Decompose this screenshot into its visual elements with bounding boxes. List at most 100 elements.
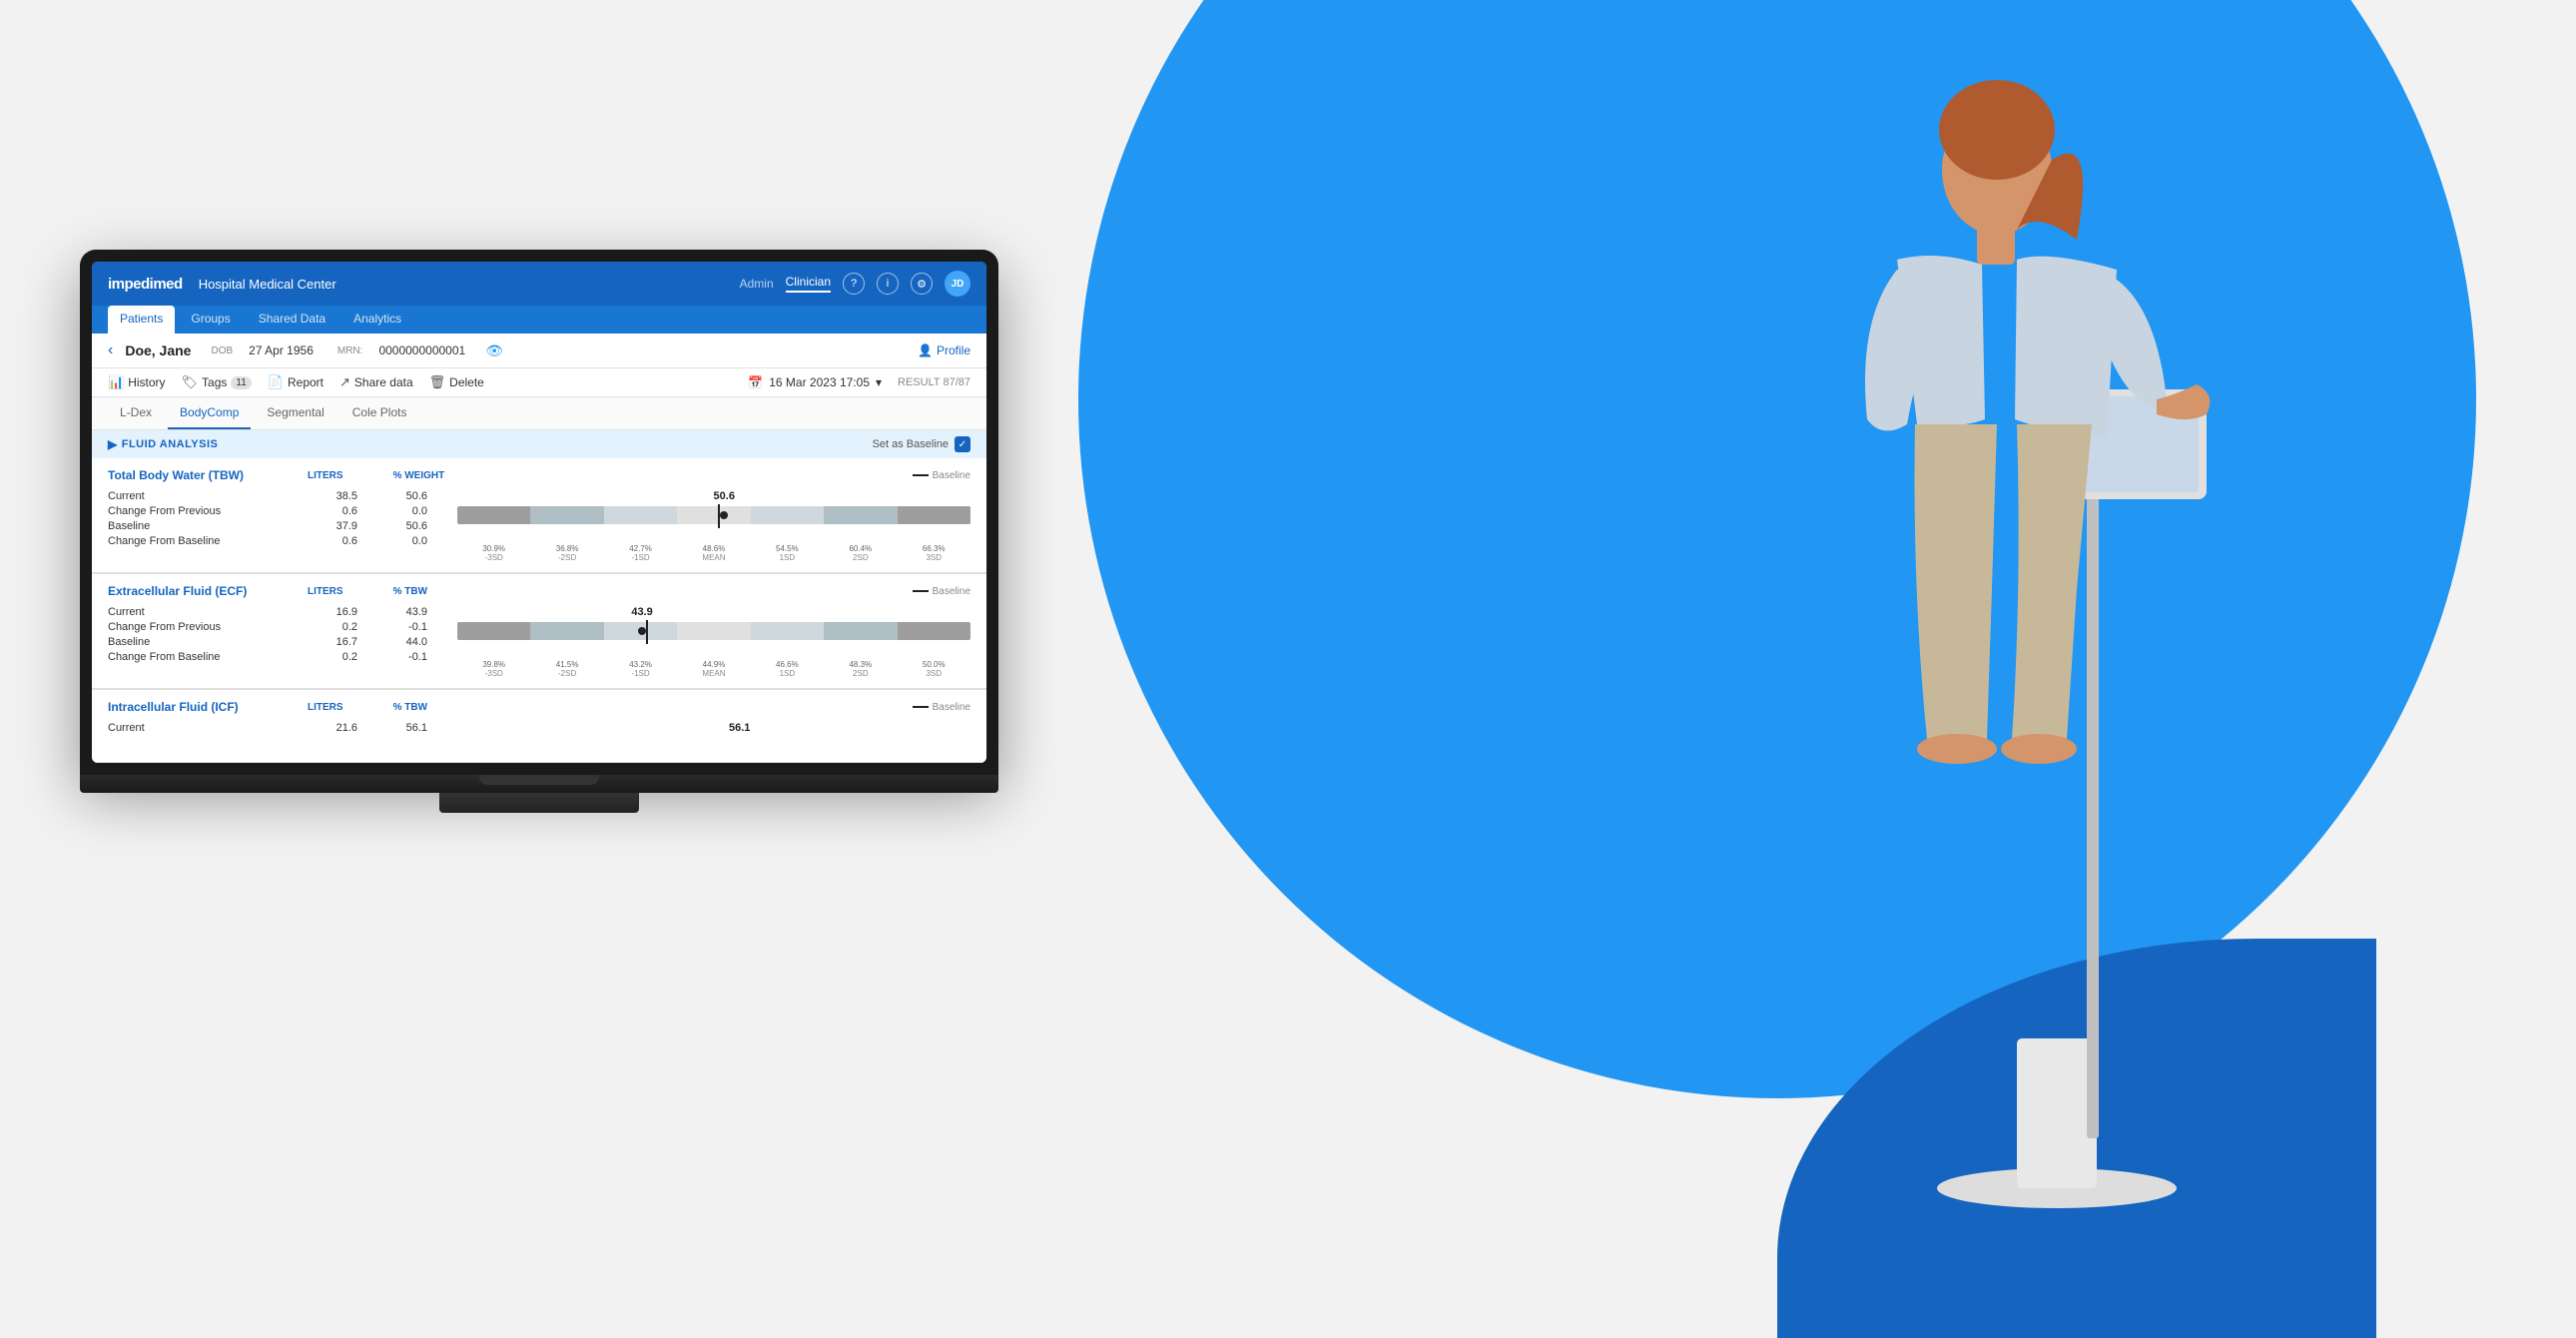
user-avatar[interactable]: JD [945, 271, 970, 297]
delete-icon: 🗑 [429, 374, 446, 390]
fluid-analysis-title: ▶ FLUID ANALYSIS [108, 437, 218, 451]
history-button[interactable]: 📊 History [108, 374, 166, 390]
ecf-seg-4 [677, 622, 750, 640]
baseline-checkbox[interactable]: ✓ [955, 436, 970, 452]
ecf-baseline-val1: 16.7 [308, 636, 357, 648]
fluid-analysis-label: FLUID ANALYSIS [122, 438, 219, 450]
tbw-current-row: Current 38.5 50.6 [108, 490, 427, 502]
date-selector[interactable]: 📅 16 Mar 2023 17:05 ▾ [748, 375, 882, 389]
tab-bodycomp[interactable]: BodyComp [168, 397, 251, 429]
header-right: Admin Clinician ? i ⚙ JD [740, 271, 970, 297]
ecf-current-val2: 43.9 [377, 606, 427, 618]
tbw-change-baseline-val1: 0.6 [308, 535, 357, 547]
nav-tab-groups[interactable]: Groups [179, 306, 242, 334]
calendar-icon: 📅 [748, 375, 763, 389]
tab-cole-plots[interactable]: Cole Plots [340, 397, 419, 429]
mrn-value: 0000000000001 [378, 343, 465, 357]
ecf-current-label: Current [108, 606, 308, 618]
tab-l-dex[interactable]: L-Dex [108, 397, 164, 429]
tbw-label-4: 48.6%MEAN [677, 544, 750, 562]
ecf-prev-val2: -0.1 [377, 621, 427, 633]
laptop-screen: impedimed Hospital Medical Center Admin … [92, 262, 986, 763]
ecf-section: Extracellular Fluid (ECF) LITERS % TBW B… [92, 573, 986, 689]
ecf-seg-6 [824, 622, 897, 640]
eye-icon[interactable]: 👁 [485, 342, 503, 359]
role-admin[interactable]: Admin [740, 277, 774, 291]
share-icon: ↗ [339, 374, 350, 390]
laptop-bezel: impedimed Hospital Medical Center Admin … [80, 250, 998, 775]
tbw-units: LITERS % WEIGHT [308, 470, 444, 481]
tags-count: 11 [231, 376, 251, 389]
tbw-label-5: 54.5%1SD [751, 544, 824, 562]
hospital-name: Hospital Medical Center [199, 277, 740, 292]
role-clinician[interactable]: Clinician [786, 275, 831, 293]
ecf-current-row: Current 16.9 43.9 [108, 606, 427, 618]
history-label: History [128, 375, 165, 389]
icf-units: LITERS % TBW [308, 702, 427, 713]
tbw-current-label: Current [108, 490, 308, 502]
ecf-title: Extracellular Fluid (ECF) [108, 584, 308, 598]
tbw-label-3: 42.7%-1SD [604, 544, 677, 562]
content-tabs: L-Dex BodyComp Segmental Cole Plots [92, 397, 986, 430]
fluid-analysis-header: ▶ FLUID ANALYSIS Set as Baseline ✓ [92, 430, 986, 458]
icf-current-row: Current 21.6 56.1 [108, 722, 427, 734]
tbw-change-baseline-row: Change From Baseline 0.6 0.0 [108, 535, 427, 547]
ecf-seg-5 [751, 622, 824, 640]
tbw-chart-value: 50.6 [714, 490, 735, 502]
history-icon: 📊 [108, 374, 124, 390]
laptop: impedimed Hospital Medical Center Admin … [80, 250, 998, 813]
icf-header: Intracellular Fluid (ICF) LITERS % TBW B… [108, 700, 970, 714]
nav-tab-shared-data[interactable]: Shared Data [247, 306, 337, 334]
profile-person-icon: 👤 [918, 343, 933, 357]
profile-button[interactable]: 👤 Profile [918, 343, 970, 357]
tbw-seg-6 [824, 506, 897, 524]
icf-unit2: % TBW [393, 702, 427, 713]
ecf-label-3: 43.2%-1SD [604, 660, 677, 678]
tbw-baseline-label: Baseline [108, 520, 308, 532]
tbw-label-2: 36.8%-2SD [530, 544, 603, 562]
ecf-baseline-line [646, 620, 648, 644]
ecf-unit2: % TBW [393, 586, 427, 597]
tbw-seg-2 [530, 506, 603, 524]
tag-icon: 🏷 [182, 374, 199, 390]
settings-icon[interactable]: ⚙ [911, 273, 933, 295]
help-icon[interactable]: ? [843, 273, 865, 295]
ecf-current-val1: 16.9 [308, 606, 357, 618]
tbw-current-val1: 38.5 [308, 490, 357, 502]
tbw-marker [720, 511, 728, 519]
ecf-baseline-row: Baseline 16.7 44.0 [108, 636, 427, 648]
icf-title: Intracellular Fluid (ICF) [108, 700, 308, 714]
tab-segmental[interactable]: Segmental [255, 397, 335, 429]
ecf-label-6: 48.3%2SD [824, 660, 897, 678]
tags-button[interactable]: 🏷 Tags 11 [182, 374, 252, 390]
mrn-label: MRN: [337, 345, 363, 356]
nav-tab-patients[interactable]: Patients [108, 306, 175, 334]
baseline-text-icf: Baseline [933, 702, 970, 713]
ecf-chart: 43.9 [457, 606, 970, 678]
nav-tab-analytics[interactable]: Analytics [341, 306, 413, 334]
delete-button[interactable]: 🗑 Delete [429, 374, 484, 390]
expand-icon[interactable]: ▶ [108, 437, 118, 451]
baseline-dash-tbw [913, 474, 929, 476]
dob-value: 27 Apr 1956 [249, 343, 314, 357]
icf-chart-value: 56.1 [729, 722, 750, 734]
icf-chart: 56.1 [457, 722, 970, 752]
ecf-seg-2 [530, 622, 603, 640]
icf-current-label: Current [108, 722, 308, 734]
ecf-label-4: 44.9%MEAN [677, 660, 750, 678]
tbw-section: Total Body Water (TBW) LITERS % WEIGHT B… [92, 458, 986, 573]
dob-label: DOB [211, 345, 233, 356]
ecf-units: LITERS % TBW [308, 586, 427, 597]
report-button[interactable]: 📄 Report [268, 374, 323, 390]
ecf-label-2: 41.5%-2SD [530, 660, 603, 678]
share-data-button[interactable]: ↗ Share data [339, 374, 413, 390]
person-figure [1737, 40, 2416, 1243]
back-button[interactable]: ‹ [108, 341, 113, 359]
patient-bar: ‹ Doe, Jane DOB 27 Apr 1956 MRN: 0000000… [92, 334, 986, 368]
info-icon[interactable]: i [877, 273, 899, 295]
tbw-prev-label: Change From Previous [108, 505, 308, 517]
icf-current-val2: 56.1 [377, 722, 427, 734]
action-bar: 📊 History 🏷 Tags 11 📄 Report ↗ Share dat… [92, 368, 986, 397]
icf-current-val1: 21.6 [308, 722, 357, 734]
profile-label: Profile [937, 343, 970, 357]
